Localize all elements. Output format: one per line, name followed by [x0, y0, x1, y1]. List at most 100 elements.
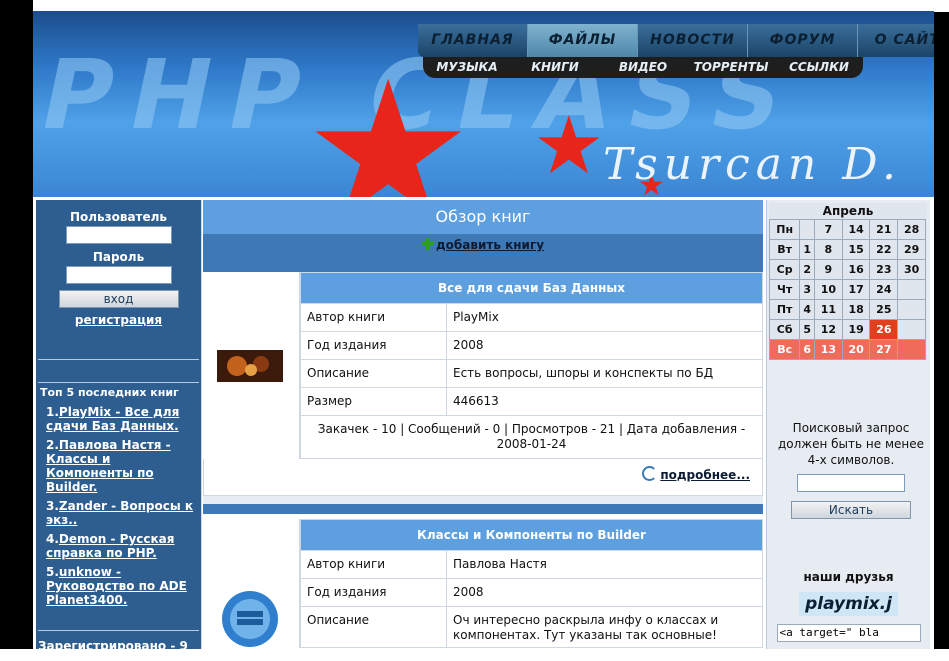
row-value: 446613: [447, 388, 763, 415]
add-book-link[interactable]: добавить книгу: [436, 238, 544, 252]
calendar-day[interactable]: 21: [869, 219, 899, 240]
calendar-day[interactable]: 11: [814, 299, 843, 320]
friend-logo[interactable]: playmix.j: [799, 592, 898, 616]
top5-books: Топ 5 последних книг 1.PlayMix - Все для…: [36, 386, 201, 607]
register-link[interactable]: регистрация: [36, 313, 201, 327]
book-stack-icon[interactable]: [217, 589, 283, 649]
calendar-day[interactable]: 20: [841, 339, 871, 360]
calendar-day[interactable]: 7: [814, 219, 843, 240]
more-link[interactable]: подробнее...: [660, 468, 750, 482]
calendar-day: [799, 219, 815, 240]
top5-link[interactable]: unknow - Руководство по ADE Planet3400.: [46, 565, 187, 607]
book-thumbnail: [203, 272, 300, 459]
top5-item: 2.Павлова Настя - Классы и Компоненты по…: [46, 438, 197, 494]
book-row: Описание Оч интересно раскрыла инфу о кла…: [300, 607, 763, 648]
nav-main-news[interactable]: НОВОСТИ: [638, 24, 748, 57]
main-content: Обзор книг добавить книгу Все для сдачи …: [203, 200, 763, 649]
calendar-day: [897, 339, 926, 360]
calendar-day[interactable]: 10: [814, 279, 843, 300]
calendar-day[interactable]: 14: [841, 219, 871, 240]
add-book-row: добавить книгу: [203, 234, 763, 262]
calendar-row: Пн 7 14 21 28: [768, 219, 926, 240]
top5-num: 4.: [46, 532, 59, 546]
row-key: Год издания: [300, 332, 447, 359]
calendar-day[interactable]: 18: [841, 299, 871, 320]
calendar-day[interactable]: 19: [841, 319, 871, 340]
nav-sub-torrents[interactable]: ТОРРЕНТЫ: [687, 57, 775, 78]
top5-num: 1.: [46, 405, 59, 419]
calendar-day[interactable]: 26: [869, 319, 899, 340]
search-input[interactable]: [797, 474, 905, 492]
top5-item: 3.Zander - Вопросы к экз..: [46, 499, 197, 527]
user-label: Пользователь: [69, 210, 168, 224]
row-value: Есть вопросы, шпоры и конспекты по БД: [447, 360, 763, 387]
username-input[interactable]: [65, 226, 172, 244]
top5-link[interactable]: Павлова Настя - Классы и Компоненты по B…: [46, 438, 171, 494]
calendar-day[interactable]: 27: [869, 339, 899, 360]
calendar-day[interactable]: 25: [869, 299, 899, 320]
nav-main-home[interactable]: ГЛАВНАЯ: [418, 24, 528, 57]
calendar-day[interactable]: 13: [814, 339, 843, 360]
book-info: Классы и Компоненты по Builder Автор кни…: [300, 519, 763, 648]
calendar-day[interactable]: 2: [799, 259, 815, 280]
row-value: PlayMix: [447, 304, 763, 331]
calendar-weekday: Вс: [768, 339, 801, 360]
top5-link[interactable]: Zander - Вопросы к экз..: [46, 499, 193, 527]
calendar-month: Апрель: [822, 204, 874, 218]
top5-num: 2.: [46, 438, 59, 452]
calendar-day[interactable]: 5: [799, 319, 815, 340]
calendar: Апрель Пн 7 14 21 28 Вт 1 8 15 22 29 Ср 2 9 16 23 30 Чт 3 1…: [768, 203, 927, 360]
book-info: Все для сдачи Баз Данных Автор книги Play…: [300, 272, 763, 459]
book-title[interactable]: Классы и Компоненты по Builder: [300, 519, 763, 551]
calendar-day[interactable]: 29: [897, 239, 926, 260]
nav-main-forum[interactable]: ФОРУМ: [748, 24, 858, 57]
nav-main-about[interactable]: О САЙТЕ: [858, 24, 934, 57]
calendar-row: Чт 3 10 17 24: [768, 279, 926, 300]
search-button[interactable]: Искать: [791, 501, 911, 519]
calendar-day[interactable]: 1: [799, 239, 815, 260]
calendar-day[interactable]: 22: [869, 239, 899, 260]
calendar-day[interactable]: 24: [869, 279, 899, 300]
book-thumbnail: [203, 519, 300, 648]
password-input[interactable]: [65, 266, 172, 284]
calendar-day[interactable]: 4: [799, 299, 815, 320]
nav-sub-books[interactable]: КНИГИ: [511, 57, 599, 78]
row-key: Описание: [300, 360, 447, 387]
calendar-day[interactable]: 9: [814, 259, 843, 280]
calendar-row: Сб 5 12 19 26: [768, 319, 926, 340]
calendar-day[interactable]: 16: [841, 259, 871, 280]
login-button[interactable]: вход: [58, 290, 179, 308]
more-row: подробнее...: [203, 459, 763, 496]
calendar-day[interactable]: 3: [799, 279, 815, 300]
right-sidebar: Апрель Пн 7 14 21 28 Вт 1 8 15 22 29 Ср 2 9 16 23 30 Чт 3 1…: [766, 200, 930, 649]
calendar-day[interactable]: 15: [841, 239, 871, 260]
calendar-day[interactable]: 28: [897, 219, 926, 240]
nav-sub-video[interactable]: ВИДЕО: [599, 57, 687, 78]
nav-main-files[interactable]: ФАЙЛЫ: [528, 24, 638, 57]
calendar-weekday: Чт: [768, 279, 801, 300]
calendar-day[interactable]: 8: [814, 239, 843, 260]
top5-link[interactable]: PlayMix - Все для сдачи Баз Данных.: [46, 405, 179, 433]
registered-number[interactable]: 9: [180, 639, 188, 653]
book-title[interactable]: Все для сдачи Баз Данных: [300, 272, 763, 304]
calendar-day[interactable]: 6: [799, 339, 815, 360]
registered-label: Зарегистрировано -: [38, 639, 176, 653]
divider-bar: [203, 504, 763, 514]
nav-sub-music[interactable]: МУЗЫКА: [423, 57, 511, 78]
top5-link[interactable]: Demon - Русская справка по PHP.: [46, 532, 174, 560]
sub-nav: МУЗЫКА КНИГИ ВИДЕО ТОРРЕНТЫ ССЫЛКИ: [423, 57, 863, 78]
calendar-day[interactable]: 23: [869, 259, 899, 280]
book-cover-image[interactable]: [217, 350, 283, 382]
calendar-weekday: Пн: [768, 219, 801, 240]
calendar-day[interactable]: 12: [814, 319, 843, 340]
row-key: Автор книги: [300, 551, 447, 578]
small-star-icon: ★: [533, 99, 605, 192]
nav-sub-links[interactable]: ССЫЛКИ: [775, 57, 863, 78]
book-row: Автор книги Павлова Настя: [300, 551, 763, 579]
calendar-day[interactable]: 30: [897, 259, 926, 280]
friend-code-field[interactable]: <a target=" bla: [776, 624, 921, 642]
row-key: Автор книги: [300, 304, 447, 331]
calendar-day: [897, 299, 926, 320]
divider-bar: [203, 262, 763, 272]
calendar-day[interactable]: 17: [841, 279, 871, 300]
